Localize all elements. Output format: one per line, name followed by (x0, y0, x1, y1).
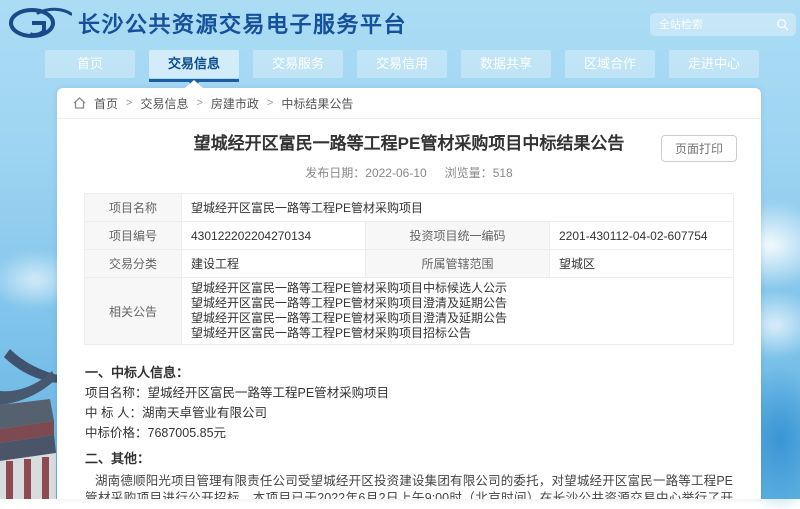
publish-date-value: 2022-06-10 (365, 166, 426, 180)
project-info-table: 项目名称 望城经开区富民一路等工程PE管材采购项目 项目编号 430122202… (84, 193, 734, 345)
breadcrumb: 首页 > 交易信息 > 房建市政 > 中标结果公告 (57, 88, 761, 119)
nav-tab-home[interactable]: 首页 (45, 50, 135, 78)
table-row: 交易分类 建设工程 所属管辖范围 望城区 (85, 250, 734, 278)
winner-line: 中 标 人：湖南天卓管业有限公司 (85, 403, 733, 423)
home-icon (73, 97, 86, 109)
nav-tab-about-center[interactable]: 走进中心 (669, 50, 759, 78)
price-line: 中标价格：7687005.85元 (85, 423, 733, 443)
breadcrumb-item-category[interactable]: 房建市政 (211, 95, 259, 112)
section-heading-winner-info: 一、中标人信息： (85, 363, 733, 383)
article-body: 一、中标人信息： 项目名称：望城经开区富民一路等工程PE管材采购项目 中 标 人… (57, 345, 761, 499)
jurisdiction-label: 所属管辖范围 (366, 250, 550, 278)
nav-tab-region-coop[interactable]: 区域合作 (565, 50, 655, 78)
search-input[interactable] (657, 18, 776, 32)
logo-icon (8, 5, 72, 41)
site-logo[interactable] (8, 5, 72, 41)
search-icon[interactable] (776, 18, 789, 31)
breadcrumb-separator: > (126, 97, 132, 109)
project-code-label: 项目编号 (85, 222, 182, 250)
publish-date-label: 发布日期： (305, 166, 365, 180)
views-value: 518 (493, 166, 513, 180)
table-row: 项目名称 望城经开区富民一路等工程PE管材采购项目 (85, 194, 734, 222)
project-name-label: 项目名称 (85, 194, 182, 222)
breadcrumb-item-current[interactable]: 中标结果公告 (281, 95, 353, 112)
invest-code-label: 投资项目统一编码 (366, 222, 550, 250)
pagoda-building-photo (0, 349, 58, 499)
project-code-value: 430122202204270134 (182, 222, 366, 250)
breadcrumb-item-trade-info[interactable]: 交易信息 (140, 95, 188, 112)
active-tab-pointer (185, 80, 203, 88)
related-notice-link[interactable]: 望城经开区富民一路等工程PE管材采购项目澄清及延期公告 (191, 296, 724, 311)
related-notices-list: 望城经开区富民一路等工程PE管材采购项目中标候选人公示 望城经开区富民一路等工程… (182, 278, 734, 345)
trade-type-label: 交易分类 (85, 250, 182, 278)
related-notices-label: 相关公告 (85, 278, 182, 345)
trade-type-value: 建设工程 (182, 250, 366, 278)
announcement-paragraph: 湖南德顺阳光项目管理有限责任公司受望城经开区投资建设集团有限公司的委托，对望城经… (85, 473, 733, 499)
content-panel: 首页 > 交易信息 > 房建市政 > 中标结果公告 望城经开区富民一路等工程PE… (57, 88, 761, 499)
related-notice-link[interactable]: 望城经开区富民一路等工程PE管材采购项目澄清及延期公告 (191, 311, 724, 326)
project-name-value: 望城经开区富民一路等工程PE管材采购项目 (182, 194, 734, 222)
nav-tab-data-share[interactable]: 数据共享 (461, 50, 551, 78)
article-meta: 发布日期：2022-06-10 浏览量：518 (57, 164, 761, 181)
site-header: 长沙公共资源交易电子服务平台 (0, 0, 800, 46)
related-notice-link[interactable]: 望城经开区富民一路等工程PE管材采购项目中标候选人公示 (191, 281, 724, 296)
related-notice-link[interactable]: 望城经开区富民一路等工程PE管材采购项目招标公告 (191, 326, 724, 341)
invest-code-value: 2201-430112-04-02-607754 (550, 222, 734, 250)
site-title: 长沙公共资源交易电子服务平台 (78, 7, 407, 39)
table-row: 相关公告 望城经开区富民一路等工程PE管材采购项目中标候选人公示 望城经开区富民… (85, 278, 734, 345)
print-page-button[interactable]: 页面打印 (661, 135, 737, 162)
table-row: 项目编号 430122202204270134 投资项目统一编码 2201-43… (85, 222, 734, 250)
jurisdiction-value: 望城区 (550, 250, 734, 278)
site-search[interactable] (650, 13, 796, 36)
breadcrumb-separator: > (267, 97, 273, 109)
project-name-line: 项目名称：望城经开区富民一路等工程PE管材采购项目 (85, 383, 733, 403)
nav-tab-trade-info[interactable]: 交易信息 (149, 50, 239, 78)
breadcrumb-separator: > (196, 97, 202, 109)
nav-tab-trade-credit[interactable]: 交易信用 (357, 50, 447, 78)
page-title: 望城经开区富民一路等工程PE管材采购项目中标结果公告 (57, 133, 761, 155)
views-label: 浏览量： (445, 166, 493, 180)
article-header: 望城经开区富民一路等工程PE管材采购项目中标结果公告 发布日期：2022-06-… (57, 119, 761, 181)
breadcrumb-item-home[interactable]: 首页 (94, 95, 118, 112)
main-nav: 首页 交易信息 交易服务 交易信用 数据共享 区域合作 走进中心 (45, 50, 759, 78)
section-heading-other: 二、其他： (85, 449, 733, 469)
nav-tab-trade-service[interactable]: 交易服务 (253, 50, 343, 78)
